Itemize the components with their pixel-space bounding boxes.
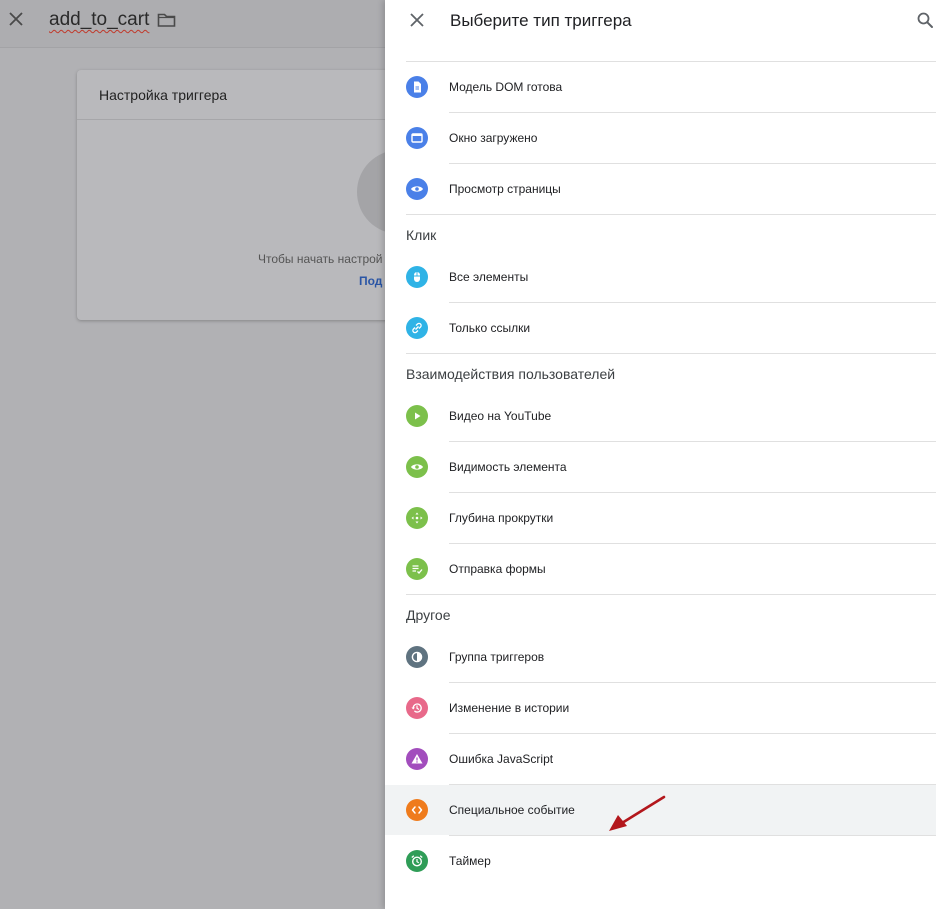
form-check-icon [406,558,428,580]
alarm-icon [406,850,428,872]
section-title: Взаимодействия пользователей [406,366,616,382]
eye-icon [406,178,428,200]
search-icon[interactable] [916,11,934,29]
trigger-item-label: Просмотр страницы [449,182,561,196]
mouse-icon [406,266,428,288]
section-header: Другое [385,595,936,632]
play-icon [406,405,428,427]
trigger-item[interactable]: Просмотр страницы [385,164,936,214]
document-icon [406,76,428,98]
tag-name-title[interactable]: add_to_cart [49,9,149,31]
trigger-item[interactable]: Глубина прокрутки [385,493,936,543]
background-header: add_to_cart [0,0,385,48]
trigger-item[interactable]: Только ссылки [385,303,936,353]
trigger-item[interactable]: Окно загружено [385,113,936,163]
card-link[interactable]: Под [359,274,382,288]
card-title: Настройка триггера [99,87,228,103]
card-divider [77,119,407,120]
trigger-item-label: Ошибка JavaScript [449,752,554,766]
panel-title: Выберите тип триггера [450,11,632,30]
trigger-item[interactable]: Видео на YouTube [385,391,936,441]
trigger-item[interactable]: Изменение в истории [385,683,936,733]
panel-header: Выберите тип триггера [385,0,936,47]
warning-icon [406,748,428,770]
eye-icon [406,456,428,478]
trigger-item-label: Глубина прокрутки [449,511,554,525]
close-icon[interactable] [7,10,25,28]
history-icon [406,697,428,719]
trigger-item-label: Отправка формы [449,562,546,576]
trigger-item[interactable]: Видимость элемента [385,442,936,492]
trigger-item-label: Таймер [449,854,491,868]
trigger-item-label: Группа триггеров [449,650,545,664]
trigger-item[interactable]: Таймер [385,836,936,886]
window-icon [406,127,428,149]
trigger-item-label: Видео на YouTube [449,409,552,423]
trigger-item-label: Модель DOM готова [449,80,563,94]
section-title: Клик [406,227,437,243]
section-title: Другое [406,607,451,623]
trigger-item[interactable]: Специальное событие [385,785,936,835]
trigger-item[interactable]: Группа триггеров [385,632,936,682]
trigger-item-label: Изменение в истории [449,701,570,715]
trigger-item-label: Специальное событие [449,803,575,817]
trigger-type-panel: Выберите тип триггера Модель DOM готова О… [385,0,936,909]
link-icon [406,317,428,339]
section-header: Клик [385,215,936,252]
trigger-item[interactable]: Модель DOM готова [385,62,936,112]
trigger-item-label: Окно загружено [449,131,538,145]
group-icon [406,646,428,668]
code-icon [406,799,428,821]
card-hint-text: Чтобы начать настрой [258,252,383,266]
trigger-item-label: Только ссылки [449,321,531,335]
close-icon[interactable] [408,11,426,29]
trigger-config-card: Настройка триггера Чтобы начать настрой … [77,70,407,320]
trigger-item-label: Видимость элемента [449,460,567,474]
section-header: Взаимодействия пользователей [385,354,936,391]
trigger-type-list: Модель DOM готова Окно загружено Просмотр … [385,61,936,886]
move-icon [406,507,428,529]
trigger-item[interactable]: Все элементы [385,252,936,302]
trigger-item[interactable]: Отправка формы [385,544,936,594]
folder-icon[interactable] [157,12,176,28]
trigger-item[interactable]: Ошибка JavaScript [385,734,936,784]
trigger-item-label: Все элементы [449,270,529,284]
